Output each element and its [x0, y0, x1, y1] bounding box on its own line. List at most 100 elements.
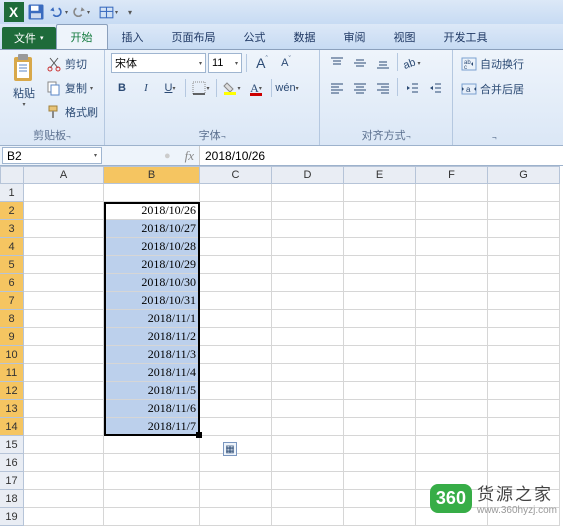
cell[interactable]: 2018/11/1	[104, 310, 200, 328]
cell[interactable]	[416, 202, 488, 220]
cell[interactable]	[416, 328, 488, 346]
cell[interactable]	[344, 454, 416, 472]
cell[interactable]	[344, 508, 416, 526]
formula-input[interactable]: 2018/10/26	[199, 146, 563, 165]
cell[interactable]	[416, 184, 488, 202]
cell[interactable]: 2018/10/29	[104, 256, 200, 274]
cell[interactable]	[416, 346, 488, 364]
col-header[interactable]: B	[104, 166, 200, 184]
cell[interactable]	[200, 346, 272, 364]
cell[interactable]	[272, 238, 344, 256]
cell[interactable]	[200, 328, 272, 346]
tab-file[interactable]: 文件	[2, 27, 56, 49]
cell[interactable]	[272, 328, 344, 346]
cell[interactable]	[344, 310, 416, 328]
cell[interactable]	[344, 274, 416, 292]
spreadsheet-grid[interactable]: 1 2 3 4 5 6 7 8 9 10 11 12 13 14 15 16 1…	[0, 166, 563, 526]
cell[interactable]	[272, 292, 344, 310]
col-header[interactable]: E	[344, 166, 416, 184]
cell[interactable]	[200, 274, 272, 292]
row-header[interactable]: 10	[0, 346, 24, 364]
increase-font-icon[interactable]: Aˆ	[251, 53, 273, 73]
cell[interactable]	[272, 274, 344, 292]
cell[interactable]	[24, 220, 104, 238]
cell[interactable]	[416, 436, 488, 454]
merge-center-button[interactable]: a合并后居	[459, 78, 526, 100]
cell[interactable]: 2018/11/3	[104, 346, 200, 364]
font-size-select[interactable]: 11▾	[208, 53, 242, 73]
cell[interactable]	[488, 364, 560, 382]
row-header[interactable]: 3	[0, 220, 24, 238]
cell[interactable]	[200, 418, 272, 436]
bold-button[interactable]: B	[111, 78, 133, 98]
cell[interactable]	[488, 274, 560, 292]
wrap-text-button[interactable]: abc自动换行	[459, 53, 526, 75]
decrease-font-icon[interactable]: Aˇ	[275, 53, 297, 73]
font-color-button[interactable]: A▾	[245, 78, 267, 98]
cell[interactable]	[344, 382, 416, 400]
col-header[interactable]: F	[416, 166, 488, 184]
cell[interactable]	[488, 184, 560, 202]
italic-button[interactable]: I	[135, 78, 157, 98]
row-header[interactable]: 1	[0, 184, 24, 202]
cell[interactable]	[200, 472, 272, 490]
orientation-button[interactable]: ab▾	[401, 53, 423, 73]
align-left-icon[interactable]	[326, 78, 348, 98]
cell[interactable]	[24, 508, 104, 526]
decrease-indent-icon[interactable]	[401, 78, 423, 98]
cell[interactable]	[272, 418, 344, 436]
cell[interactable]: 2018/10/31	[104, 292, 200, 310]
cell[interactable]	[200, 490, 272, 508]
cell[interactable]	[488, 328, 560, 346]
cell[interactable]	[104, 490, 200, 508]
cell[interactable]	[24, 238, 104, 256]
save-icon[interactable]	[26, 2, 46, 22]
cell[interactable]	[416, 310, 488, 328]
cell[interactable]	[200, 256, 272, 274]
cell[interactable]	[24, 490, 104, 508]
fill-handle[interactable]	[196, 432, 202, 438]
cell[interactable]: 2018/11/4	[104, 364, 200, 382]
cell[interactable]	[24, 382, 104, 400]
cell[interactable]	[272, 310, 344, 328]
cell[interactable]	[200, 454, 272, 472]
cell[interactable]	[416, 382, 488, 400]
copy-button[interactable]: 复制▾	[46, 77, 98, 99]
row-header[interactable]: 6	[0, 274, 24, 292]
autofill-options-icon[interactable]: ▦	[223, 442, 237, 456]
paste-button[interactable]: 粘贴 ▾	[6, 53, 42, 126]
cell[interactable]	[344, 436, 416, 454]
tab-developer[interactable]: 开发工具	[430, 25, 502, 49]
cell[interactable]	[24, 454, 104, 472]
font-name-select[interactable]: 宋体▾	[111, 53, 206, 73]
tab-formulas[interactable]: 公式	[230, 25, 280, 49]
cell[interactable]	[24, 418, 104, 436]
row-header[interactable]: 14	[0, 418, 24, 436]
cell[interactable]	[344, 202, 416, 220]
cell[interactable]: 2018/10/26	[104, 202, 200, 220]
cell[interactable]	[200, 382, 272, 400]
excel-icon[interactable]: X	[4, 2, 24, 22]
tab-pagelayout[interactable]: 页面布局	[158, 25, 230, 49]
col-header[interactable]: C	[200, 166, 272, 184]
cell[interactable]	[416, 292, 488, 310]
row-header[interactable]: 15	[0, 436, 24, 454]
cell[interactable]	[104, 508, 200, 526]
cell[interactable]	[200, 364, 272, 382]
underline-button[interactable]: U▾	[159, 78, 181, 98]
cell[interactable]	[24, 436, 104, 454]
cell[interactable]	[344, 418, 416, 436]
cell[interactable]	[24, 328, 104, 346]
cell[interactable]	[272, 220, 344, 238]
tab-data[interactable]: 数据	[280, 25, 330, 49]
cell[interactable]	[200, 400, 272, 418]
cell[interactable]	[344, 238, 416, 256]
cell[interactable]	[24, 274, 104, 292]
select-all-corner[interactable]	[0, 166, 24, 184]
row-header[interactable]: 5	[0, 256, 24, 274]
cell[interactable]	[200, 310, 272, 328]
cell[interactable]: 2018/11/5	[104, 382, 200, 400]
cell[interactable]	[104, 436, 200, 454]
cell[interactable]	[344, 472, 416, 490]
cell[interactable]	[488, 256, 560, 274]
